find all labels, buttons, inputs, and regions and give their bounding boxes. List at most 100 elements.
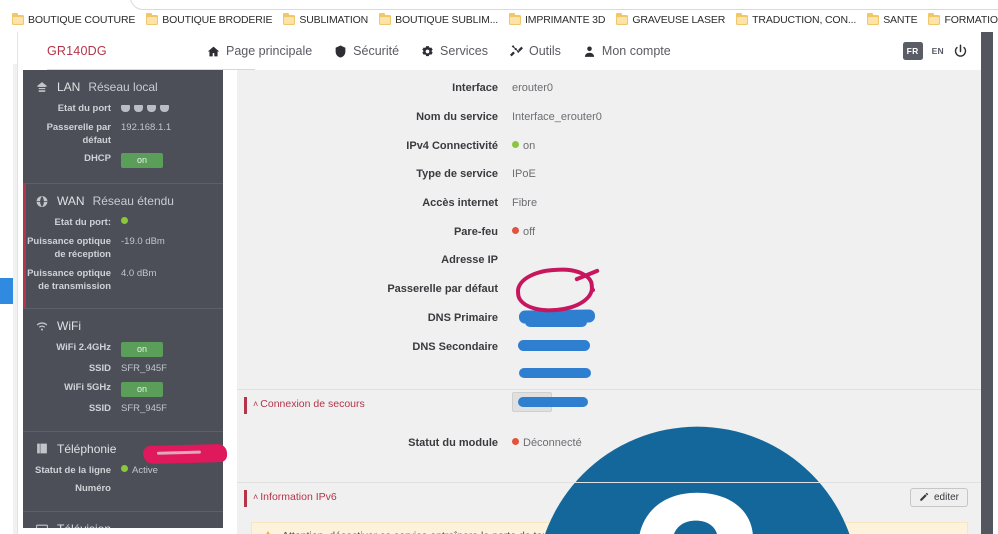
bookmark-item[interactable]: TRADUCTION, CON... xyxy=(732,12,863,28)
wan-title: WAN xyxy=(57,194,85,209)
row-value: Fibre xyxy=(512,197,538,210)
lan-row-gateway: Passerelle par défaut 192.168.1.1 xyxy=(23,122,223,148)
warning-triangle-icon xyxy=(262,530,274,534)
bookmark-label: SUBLIMATION xyxy=(299,14,369,26)
folder-icon xyxy=(146,12,159,25)
section-header-information-ipv6[interactable]: ˄ Information IPv6 editer xyxy=(237,481,981,512)
row-label: WiFi 2.4GHz xyxy=(56,342,111,354)
bookmarks-bar: BOUTIQUE COUTURE BOUTIQUE BRODERIE SUBLI… xyxy=(0,9,998,31)
folder-icon xyxy=(379,12,392,25)
wan-row-port-state: Etat du port: xyxy=(23,217,223,230)
row-label: DNS Primaire xyxy=(427,311,498,324)
wan-row-tx-power: Puissance optique de transmission 4.0 dB… xyxy=(23,268,223,294)
nav-label: Mon compte xyxy=(601,44,671,58)
wifi-row-24: WiFi 2.4GHz on xyxy=(23,342,223,358)
section-title: ˄ Connexion de secours xyxy=(253,398,365,410)
tel-row-numero: Numéro xyxy=(23,483,223,496)
section-header-connexion-secours[interactable]: ˄ Connexion de secours xyxy=(237,388,981,419)
wan-row-rx-power: Puissance optique de réception -19.0 dBm xyxy=(23,236,223,262)
lang-en-button[interactable]: EN xyxy=(932,46,944,56)
status-dot-red xyxy=(512,226,519,234)
row-value: SFR_945F xyxy=(121,402,167,414)
port-indicators xyxy=(121,103,223,112)
telephonie-title: Téléphonie xyxy=(57,441,117,456)
row-value: erouter0 xyxy=(512,82,553,95)
row-value: IPoE xyxy=(512,168,536,181)
bookmark-item[interactable]: BOUTIQUE BRODERIE xyxy=(142,12,279,28)
folder-icon xyxy=(928,12,941,25)
wan-subtitle: Réseau étendu xyxy=(92,194,174,209)
lan-title: LAN xyxy=(57,80,81,94)
row-value: 192.168.1.1 xyxy=(121,121,172,133)
edit-button[interactable]: editer xyxy=(909,487,968,507)
row-label: Interface xyxy=(452,82,498,95)
detail-row-service-type: Type de service IPoE xyxy=(237,160,981,189)
status-dot-green xyxy=(121,464,128,472)
sidebar-section-lan: LAN Réseau local Etat du port Passerelle… xyxy=(23,70,223,183)
sidebar-section-wifi: WiFi WiFi 2.4GHz on SSID SFR_945F WiFi 5… xyxy=(23,308,223,430)
bookmark-label: TRADUCTION, CON... xyxy=(752,14,857,26)
nav-services[interactable]: Services xyxy=(421,44,488,58)
nav-label: Page principale xyxy=(226,44,313,58)
row-value: SFR_945F xyxy=(121,363,167,375)
folder-icon xyxy=(509,12,521,25)
row-label: WiFi 5GHz xyxy=(64,381,111,393)
bookmark-item[interactable]: IMPRIMANTE 3D xyxy=(505,12,612,28)
wifi5-status-badge: on xyxy=(121,381,164,397)
bookmark-label: FORMATIONS xyxy=(944,14,998,26)
bookmark-item[interactable]: GRAVEUSE LASER xyxy=(612,12,732,28)
row-label: Passerelle par défaut xyxy=(387,283,498,296)
row-label: Statut de la ligne xyxy=(34,464,111,476)
wifi24-status-badge: on xyxy=(121,342,164,358)
router-model-brand: GR140DG xyxy=(47,44,107,58)
row-label: Pare-feu xyxy=(453,225,498,238)
row-value: Active xyxy=(121,464,223,478)
row-value: Interface_erouter0 xyxy=(512,111,602,124)
row-value: on xyxy=(121,342,223,358)
nav-label: Services xyxy=(440,44,488,58)
bookmark-item[interactable]: BOUTIQUE SUBLIM... xyxy=(375,12,505,28)
row-value: on xyxy=(121,381,223,397)
port-indicator xyxy=(134,105,143,112)
value-text: off xyxy=(523,225,536,238)
wifi-row-5g: WiFi 5GHz on xyxy=(23,381,223,397)
detail-row-ip-address: Adresse IP xyxy=(237,246,981,275)
folder-icon xyxy=(736,12,749,25)
port-indicator xyxy=(160,105,169,112)
lan-subtitle: Réseau local xyxy=(88,80,158,94)
chevron-up-icon: ˄ xyxy=(253,492,259,503)
row-value: off xyxy=(512,226,535,238)
bookmark-label: BOUTIQUE COUTURE xyxy=(28,14,136,26)
user-icon xyxy=(583,45,596,58)
row-label: Puissance optique de transmission xyxy=(27,267,111,292)
home-lan-icon xyxy=(35,81,49,94)
home-icon xyxy=(207,45,220,58)
wifi-row-ssid-24: SSID SFR_945F xyxy=(23,363,223,376)
wifi-title: WiFi xyxy=(57,319,81,334)
power-icon[interactable] xyxy=(953,44,968,59)
detail-row-dns-secondary: DNS Secondaire xyxy=(237,332,981,361)
row-label: DNS Secondaire xyxy=(412,340,498,353)
row-label: SSID xyxy=(88,363,111,375)
bookmark-item[interactable]: BOUTIQUE COUTURE xyxy=(8,12,142,28)
edit-button-label: editer xyxy=(933,491,959,503)
redaction-dns-primary xyxy=(519,368,591,378)
nav-outils[interactable]: Outils xyxy=(509,44,561,58)
section-title-text: Connexion de secours xyxy=(260,398,365,411)
browser-chrome: BOUTIQUE COUTURE BOUTIQUE BRODERIE SUBLI… xyxy=(0,0,998,34)
wrench-icon xyxy=(509,44,523,58)
background-window-sliver xyxy=(0,32,17,534)
shield-icon xyxy=(334,45,347,58)
bookmark-item[interactable]: SUBLIMATION xyxy=(279,12,375,28)
dhcp-status-badge: on xyxy=(121,153,164,169)
right-white-edge xyxy=(993,32,998,534)
folder-icon xyxy=(283,12,296,25)
nav-securite[interactable]: Sécurité xyxy=(334,44,399,58)
bookmark-label: GRAVEUSE LASER xyxy=(632,14,726,26)
bookmark-item[interactable]: SANTE xyxy=(863,12,924,28)
lang-fr-button[interactable]: FR xyxy=(902,41,923,61)
nav-page-principale[interactable]: Page principale xyxy=(207,44,312,58)
nav-mon-compte[interactable]: Mon compte xyxy=(583,44,671,58)
bookmark-item[interactable]: FORMATIONS xyxy=(924,12,998,28)
globe-icon xyxy=(35,195,49,208)
